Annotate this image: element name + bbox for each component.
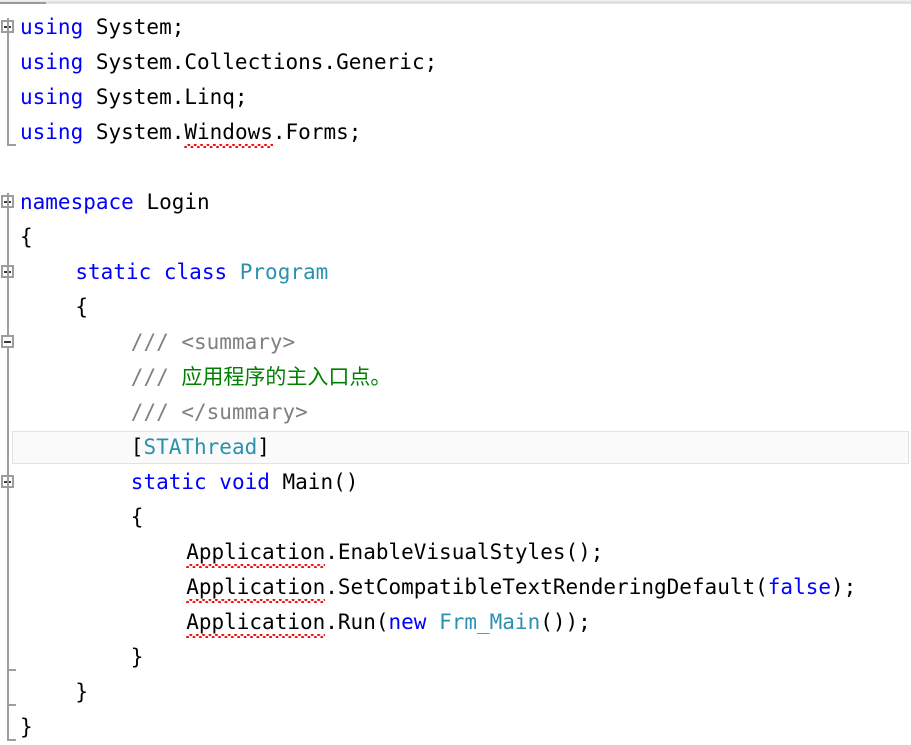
code-line[interactable]: Application.Run(new Frm_Main()); — [186, 605, 591, 640]
code-token: { — [20, 225, 33, 249]
code-line[interactable]: Application.EnableVisualStyles(); — [186, 535, 603, 570]
code-token: Login — [133, 190, 210, 214]
code-token: static void — [130, 470, 283, 494]
code-token: using — [20, 120, 84, 144]
code-token: Program — [239, 260, 329, 284]
code-token: ()); — [540, 610, 591, 634]
code-token: { — [130, 505, 144, 529]
code-line[interactable]: static void Main() — [131, 465, 359, 500]
error-underlined-token: Windows — [184, 115, 273, 150]
code-token: Main() — [282, 470, 359, 494]
code-line[interactable]: } — [75, 675, 88, 710]
code-token: new — [388, 610, 440, 634]
code-line[interactable]: { — [20, 220, 33, 255]
code-token: ] — [257, 435, 270, 459]
code-line[interactable]: Application.SetCompatibleTextRenderingDe… — [186, 570, 856, 605]
code-surface[interactable]: using System; using System.Collections.Ge… — [0, 4, 911, 739]
code-line[interactable]: using System.Collections.Generic; — [20, 45, 437, 80]
code-token: .SetCompatibleTextRenderingDefault( — [325, 575, 768, 599]
code-token: using — [20, 15, 84, 39]
code-token: System.Collections.Generic; — [83, 50, 438, 74]
code-token: { — [75, 295, 89, 319]
code-line[interactable]: [STAThread] — [131, 430, 270, 465]
code-token: using — [20, 50, 84, 74]
code-line[interactable]: /// 应用程序的主入口点。 — [131, 360, 392, 395]
code-token: System; — [83, 15, 185, 39]
code-token: } — [130, 645, 144, 669]
error-underlined-token: Application — [186, 605, 326, 640]
code-line[interactable]: /// <summary> — [131, 325, 295, 360]
code-line[interactable]: { — [131, 500, 144, 535]
code-line[interactable]: { — [75, 290, 88, 325]
code-token: .EnableVisualStyles(); — [325, 540, 604, 564]
code-line[interactable]: using System.Windows.Forms; — [20, 115, 361, 150]
code-token: [ — [130, 435, 144, 459]
code-token: /// </summary> — [130, 400, 308, 424]
code-token: /// <summary> — [130, 330, 296, 354]
code-token: STAThread — [143, 435, 258, 459]
code-token: ); — [831, 575, 857, 599]
code-token: namespace — [20, 190, 134, 214]
code-token: } — [75, 680, 89, 704]
code-token: .Forms; — [272, 120, 362, 144]
code-line[interactable]: using System; — [20, 10, 184, 45]
code-token: /// — [130, 365, 182, 389]
code-editor[interactable]: using System; using System.Collections.Ge… — [0, 0, 911, 741]
code-token: System.Linq; — [83, 85, 248, 109]
code-line[interactable]: } — [20, 710, 33, 745]
code-line[interactable]: } — [131, 640, 144, 675]
code-token: Frm_Main — [439, 610, 541, 634]
code-line[interactable]: /// </summary> — [131, 395, 308, 430]
error-underlined-token: Application — [186, 535, 326, 570]
code-token: using — [20, 85, 84, 109]
outlining-region-end-tick — [7, 739, 16, 741]
code-token: .Run( — [325, 610, 389, 634]
error-underlined-token: Application — [186, 570, 326, 605]
code-token: System. — [83, 120, 185, 144]
code-token: 应用程序的主入口点。 — [181, 365, 392, 389]
code-line[interactable]: using System.Linq; — [20, 80, 248, 115]
code-line[interactable]: static class Program — [75, 255, 328, 290]
code-line[interactable]: namespace Login — [20, 185, 210, 220]
code-token: static class — [75, 260, 240, 284]
code-token: false — [767, 575, 831, 599]
code-token: } — [20, 715, 33, 739]
